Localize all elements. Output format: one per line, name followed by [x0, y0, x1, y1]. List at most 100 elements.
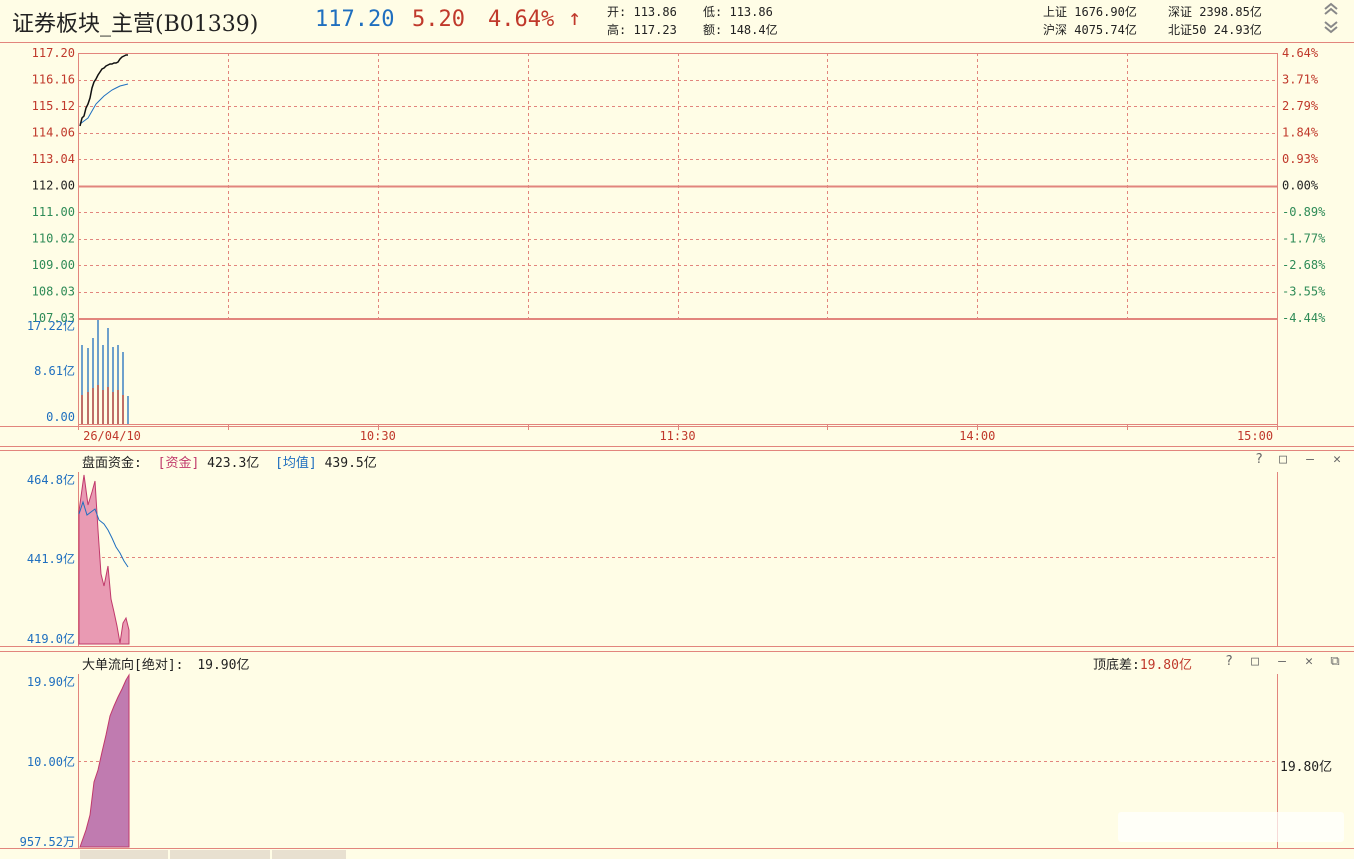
pct-tick-label: -2.68% [1282, 258, 1326, 272]
price-tick-label: 112.00 [32, 179, 75, 193]
index-value: 1676.90亿 [1074, 5, 1137, 19]
index-value: 2398.85亿 [1199, 5, 1262, 19]
top-bottom-diff: 顶底差:19.80亿 [1093, 654, 1192, 673]
amount-label: 额: [703, 23, 723, 37]
help-button[interactable]: ? [1247, 452, 1271, 467]
fund-label: [资金] [157, 456, 200, 471]
volume-plot-frame [78, 319, 1278, 425]
capital-title: 盘面资金: [82, 456, 142, 471]
index-value: 24.93亿 [1213, 23, 1262, 37]
bigorder-tick-label: 19.90亿 [27, 674, 75, 689]
pct-tick-label: 4.64% [1282, 46, 1319, 60]
close-button[interactable]: ✕ [1296, 654, 1322, 669]
current-price: 117.20 [315, 7, 395, 32]
bigorder-panel-header: 大单流向[绝对]: 19.90亿 [82, 654, 249, 673]
volume-tick-label: 8.61亿 [34, 363, 75, 378]
popout-button[interactable]: ⧉ [1322, 654, 1348, 669]
price-change: 5.20 [412, 7, 465, 32]
maximize-button[interactable]: □ [1271, 452, 1295, 467]
open-stat: 开: 113.86 [607, 3, 677, 20]
amount-value: 148.4亿 [729, 23, 778, 37]
time-tick-label: 10:30 [360, 429, 396, 443]
capital-tick-label: 464.8亿 [27, 472, 75, 487]
pct-tick-label: -1.77% [1282, 232, 1326, 246]
time-tick-label: 11:30 [659, 429, 695, 443]
price-tick-label: 117.20 [32, 46, 75, 60]
price-tick-label: 108.03 [32, 285, 75, 299]
open-value: 113.86 [633, 5, 677, 19]
pct-tick-label: -4.44% [1282, 311, 1326, 325]
capital-panel-buttons: ? □ — ✕ [1247, 452, 1349, 467]
index-shanghai: 上证 1676.90亿 [1043, 3, 1137, 20]
bigorder-tick-label: 10.00亿 [27, 754, 75, 769]
index-shenzhen: 深证 2398.85亿 [1168, 3, 1262, 20]
index-bz50: 北证50 24.93亿 [1168, 21, 1262, 38]
high-label: 高: [607, 23, 627, 37]
diff-value: 19.80亿 [1139, 658, 1192, 673]
capital-panel-chart[interactable]: 464.8亿 441.9亿 419.0亿 [0, 450, 1354, 651]
volume-bars [81, 320, 129, 424]
price-change-pct: 4.64% [488, 7, 555, 32]
close-button[interactable]: ✕ [1325, 452, 1349, 467]
intraday-chart[interactable]: 117.20 116.16 115.12 114.06 113.04 112.00 111.… [0, 42, 1354, 450]
maximize-button[interactable]: □ [1242, 654, 1268, 669]
price-tick-label: 115.12 [32, 99, 75, 113]
index-name: 上证 [1043, 5, 1068, 19]
open-label: 开: [607, 5, 627, 19]
diff-label: 顶底差: [1093, 658, 1140, 673]
price-tick-label: 113.04 [32, 152, 75, 166]
time-tick-label: 15:00 [1237, 429, 1273, 443]
up-arrow-icon: ↑ [568, 6, 582, 31]
capital-tick-label: 419.0亿 [27, 631, 75, 646]
fund-value: 423.3亿 [207, 456, 260, 471]
amount-stat: 额: 148.4亿 [703, 21, 778, 38]
scroll-tab[interactable] [170, 850, 270, 859]
pct-tick-label: 3.71% [1282, 73, 1319, 87]
avg-label: [均值] [275, 456, 317, 471]
price-tick-label: 109.00 [32, 258, 75, 272]
low-label: 低: [703, 5, 723, 19]
pct-tick-label: -0.89% [1282, 205, 1326, 219]
time-tick-label: 26/04/10 [83, 429, 141, 443]
index-hushen: 沪深 4075.74亿 [1043, 21, 1137, 38]
index-name: 沪深 [1043, 23, 1068, 37]
scroll-tab[interactable] [272, 850, 346, 859]
pct-tick-label: 0.00% [1282, 179, 1319, 193]
volume-tick-label: 0.00 [46, 410, 75, 424]
price-line [79, 54, 128, 127]
index-name: 深证 [1168, 5, 1193, 19]
pct-tick-label: 0.93% [1282, 152, 1319, 166]
expand-down-icon[interactable] [1322, 20, 1340, 34]
price-tick-label: 110.02 [32, 232, 75, 246]
volume-tick-label: 17.22亿 [27, 318, 75, 333]
price-tick-label: 116.16 [32, 73, 75, 87]
bigorder-area [79, 673, 130, 848]
capital-tick-label: 441.9亿 [27, 551, 75, 566]
minimize-button[interactable]: — [1268, 654, 1296, 669]
pct-tick-label: -3.55% [1282, 285, 1326, 299]
bigorder-value: 19.90亿 [197, 658, 250, 673]
help-button[interactable]: ? [1216, 654, 1242, 669]
minimize-button[interactable]: — [1295, 452, 1325, 467]
time-tick-label: 14:00 [959, 429, 995, 443]
high-stat: 高: 117.23 [607, 21, 677, 38]
pct-tick-label: 2.79% [1282, 99, 1319, 113]
capital-panel-header: 盘面资金: [资金] 423.3亿 [均值] 439.5亿 [82, 452, 377, 471]
capital-area [78, 474, 130, 645]
high-value: 117.23 [633, 23, 677, 37]
avg-value: 439.5亿 [324, 456, 377, 471]
price-tick-label: 114.06 [32, 126, 75, 140]
price-tick-label: 111.00 [32, 205, 75, 219]
bigorder-tick-label: 957.52万 [20, 835, 75, 849]
pct-tick-label: 1.84% [1282, 126, 1319, 140]
low-stat: 低: 113.86 [703, 3, 773, 20]
collapse-up-icon[interactable] [1322, 2, 1340, 16]
index-name: 北证50 [1168, 23, 1207, 37]
bigorder-panel-buttons: ? □ — ✕ ⧉ [1216, 654, 1348, 669]
scroll-tab[interactable] [80, 850, 168, 859]
sector-title: 证券板块_主营(B01339) [12, 12, 259, 37]
bigorder-right-label: 19.80亿 [1280, 760, 1333, 775]
bigorder-title: 大单流向[绝对]: [82, 658, 184, 673]
index-value: 4075.74亿 [1074, 23, 1137, 37]
watermark [1118, 812, 1344, 842]
